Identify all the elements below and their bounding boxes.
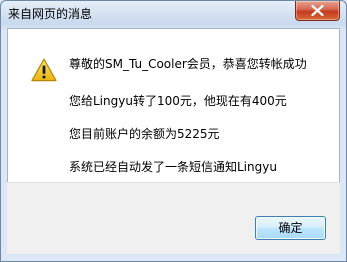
message-line-congrats: 尊敬的SM_Tu_Cooler会员，恭喜您转帐成功 [69, 57, 307, 71]
close-icon [311, 5, 324, 16]
window-title: 来自网页的消息 [8, 7, 93, 21]
message-line-transfer: 您给Lingyu转了100元，他现在有400元 [69, 94, 287, 108]
message-line-balance: 您目前账户的余额为5225元 [69, 127, 220, 141]
warning-icon [31, 58, 57, 82]
title-bar[interactable]: 来自网页的消息 [1, 1, 346, 27]
close-button[interactable] [295, 1, 340, 21]
message-line-sms: 系统已经自动发了一条短信通知Lingyu [69, 160, 277, 174]
ok-button[interactable]: 确定 [255, 216, 326, 240]
message-area: 尊敬的SM_Tu_Cooler会员，恭喜您转帐成功 您给Lingyu转了100元… [7, 28, 340, 184]
